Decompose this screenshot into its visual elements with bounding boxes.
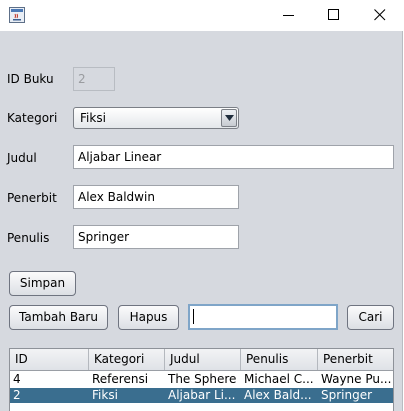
column-header-id[interactable]: ID xyxy=(10,349,89,370)
table-cell: Referensi xyxy=(92,372,149,386)
table-row[interactable]: 4 Referensi The Sphere Michael C... Wayn… xyxy=(10,372,393,387)
text-cursor xyxy=(193,309,194,324)
id-label: ID Buku xyxy=(7,72,54,86)
column-header-penerbit[interactable]: Penerbit xyxy=(318,349,393,370)
column-header-judul[interactable]: Judul xyxy=(165,349,241,370)
column-header-penulis[interactable]: Penulis xyxy=(241,349,318,370)
dropdown-arrow-button[interactable] xyxy=(221,109,237,127)
maximize-button[interactable] xyxy=(311,0,357,31)
judul-label: Judul xyxy=(7,151,37,165)
kategori-label: Kategori xyxy=(7,111,58,125)
table-cell: The Sphere xyxy=(168,372,237,386)
table-header: ID Kategori Judul Penulis Penerbit xyxy=(10,349,393,371)
hapus-button[interactable]: Hapus xyxy=(118,305,179,330)
column-header-kategori[interactable]: Kategori xyxy=(89,349,165,370)
penulis-field[interactable] xyxy=(73,225,239,249)
minimize-icon xyxy=(283,15,294,16)
title-bar xyxy=(0,0,403,31)
books-table[interactable]: ID Kategori Judul Penulis Penerbit 4 Ref… xyxy=(9,348,394,411)
java-app-icon xyxy=(9,7,25,23)
kategori-select[interactable]: Fiksi xyxy=(73,107,239,129)
table-cell: Fiksi xyxy=(92,388,118,402)
penulis-label: Penulis xyxy=(7,231,50,245)
id-field xyxy=(73,67,115,91)
close-icon xyxy=(374,9,386,21)
table-cell: 2 xyxy=(13,388,21,402)
penerbit-label: Penerbit xyxy=(7,191,57,205)
app-window: ID Buku Kategori Fiksi Judul Penerbit Pe… xyxy=(0,0,403,411)
table-cell: Wayne Pu... xyxy=(321,372,392,386)
tambah-baru-button[interactable]: Tambah Baru xyxy=(9,305,108,330)
chevron-down-icon xyxy=(225,115,234,121)
maximize-icon xyxy=(328,9,339,20)
table-cell: 4 xyxy=(13,372,21,386)
judul-field[interactable] xyxy=(73,145,394,169)
search-input[interactable] xyxy=(188,304,338,330)
table-row-selected[interactable]: 2 Fiksi Aljabar Li... Alex Bald... Sprin… xyxy=(10,388,393,403)
simpan-button[interactable]: Simpan xyxy=(9,271,76,296)
table-cell: Springer xyxy=(321,388,373,402)
close-button[interactable] xyxy=(357,0,403,31)
table-cell: Alex Bald... xyxy=(244,388,312,402)
penerbit-field[interactable] xyxy=(73,185,239,209)
table-cell: Aljabar Li... xyxy=(168,388,236,402)
cari-button[interactable]: Cari xyxy=(347,305,394,330)
table-cell: Michael C... xyxy=(244,372,314,386)
kategori-selected-value: Fiksi xyxy=(80,111,106,125)
minimize-button[interactable] xyxy=(266,0,312,31)
